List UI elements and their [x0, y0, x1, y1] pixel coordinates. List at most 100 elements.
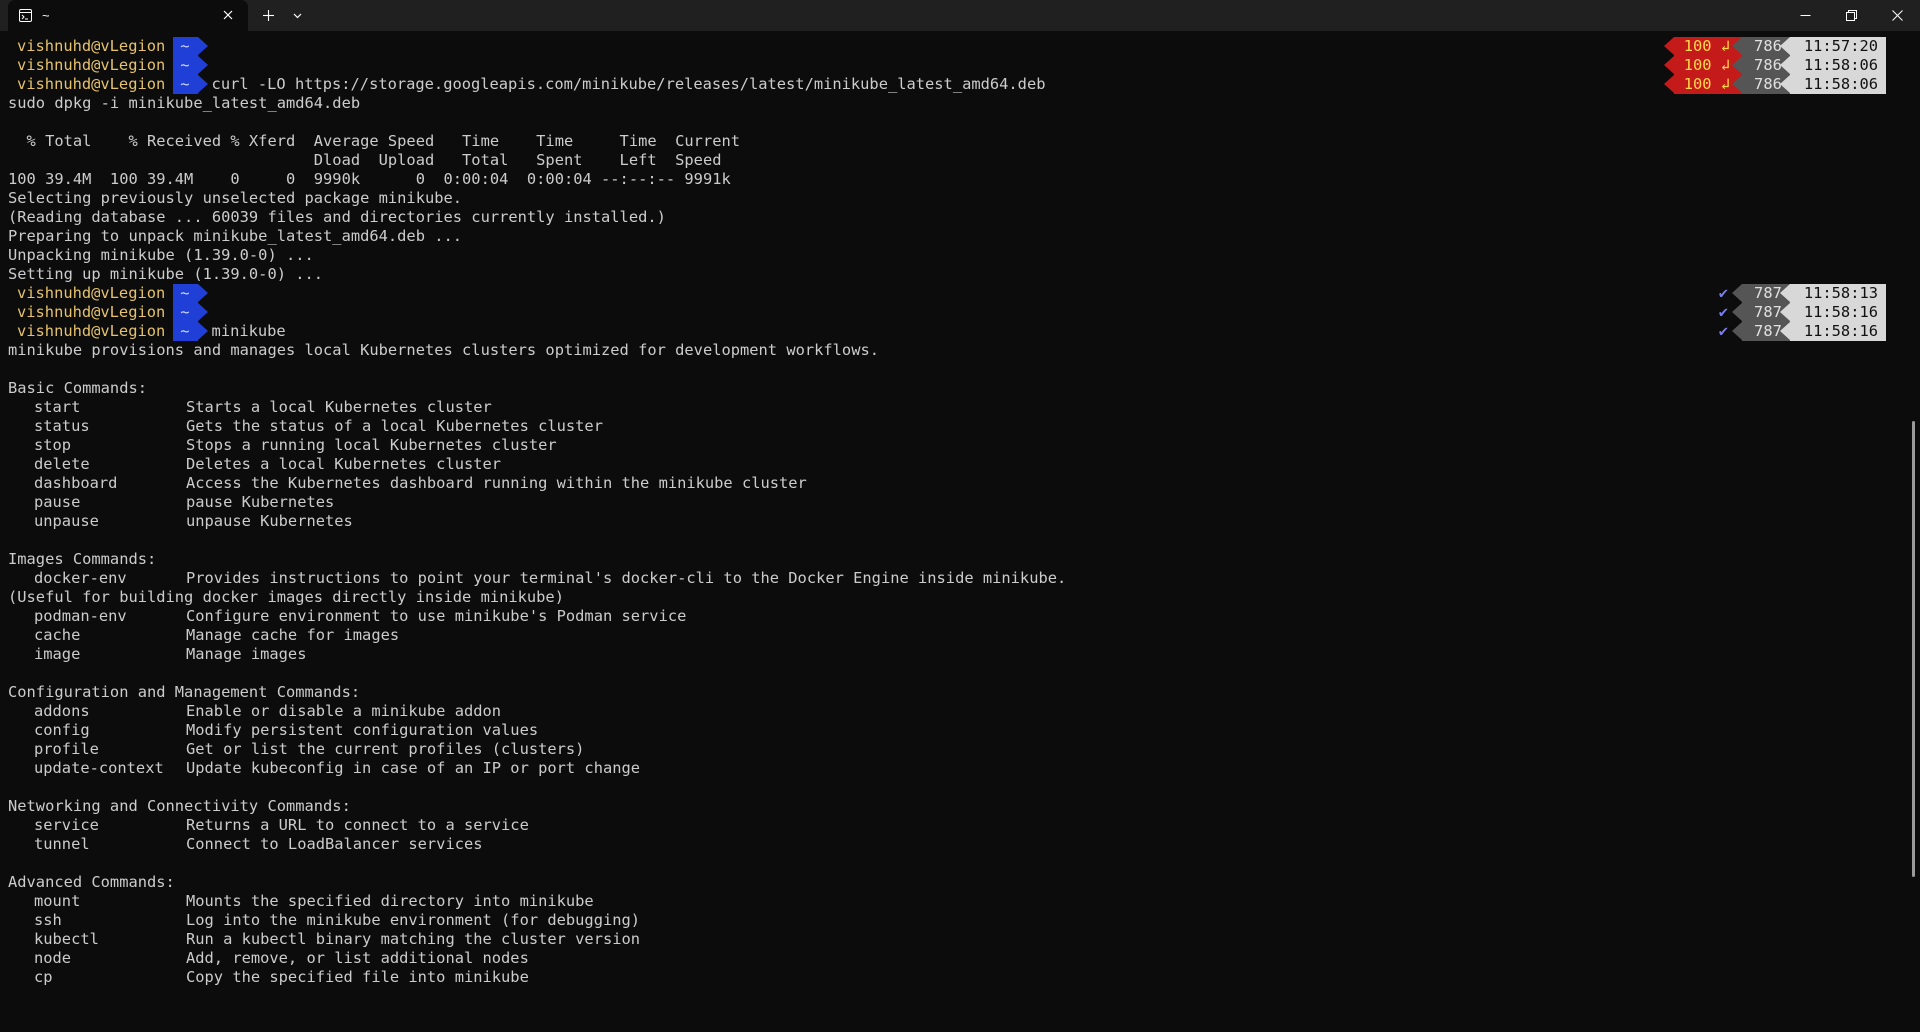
section-title: Networking and Connectivity Commands: — [8, 797, 351, 815]
restore-button[interactable] — [1828, 0, 1874, 31]
help-desc: Gets the status of a local Kubernetes cl… — [186, 417, 603, 435]
title-bar: ~ — [0, 0, 1920, 31]
prompt-user: vishnuhd@vLegion — [17, 56, 166, 74]
prompt-user: vishnuhd@vLegion — [17, 75, 166, 93]
help-cmd: status — [34, 417, 90, 435]
help-desc: Deletes a local Kubernetes cluster — [186, 455, 502, 473]
minikube-intro: minikube provisions and manages local Ku… — [8, 341, 879, 359]
help-cmd: unpause — [34, 512, 99, 530]
help-cmd: tunnel — [34, 835, 90, 853]
dpkg-output: Selecting previously unselected package … — [8, 189, 463, 207]
prompt-dir: ~ — [173, 322, 208, 341]
scrollbar[interactable] — [1912, 421, 1915, 877]
prompt-time: 11:58:06 — [1779, 75, 1886, 94]
help-desc: Starts a local Kubernetes cluster — [186, 398, 492, 416]
help-cmd: service — [34, 816, 99, 834]
prompt-time: 11:58:16 — [1779, 322, 1886, 341]
check-icon: ✔ — [1718, 303, 1729, 321]
check-icon: ✔ — [1718, 284, 1729, 302]
right-prompt: ✔ 787 11:58:16 — [1719, 322, 1886, 341]
help-desc: Provides instructions to point your term… — [186, 569, 1067, 587]
help-cmd: kubectl — [34, 930, 99, 948]
prompt-line: vishnuhd@vLegion ~ — [8, 37, 208, 56]
help-desc: Returns a URL to connect to a service — [186, 816, 529, 834]
right-prompt: ✔ 787 11:58:16 — [1719, 303, 1886, 322]
help-cmd: node — [34, 949, 72, 967]
help-cmd: update-context — [34, 759, 164, 777]
prompt-line: vishnuhd@vLegion ~ minikube — [8, 322, 286, 341]
section-title: Configuration and Management Commands: — [8, 683, 361, 701]
help-desc: Get or list the current profiles (cluste… — [186, 740, 585, 758]
help-desc: unpause Kubernetes — [186, 512, 353, 530]
close-window-button[interactable] — [1874, 0, 1920, 31]
help-cmd: image — [34, 645, 81, 663]
prompt-user: vishnuhd@vLegion — [17, 284, 166, 302]
prompt-line: vishnuhd@vLegion ~ — [8, 284, 208, 303]
terminal-output[interactable]: vishnuhd@vLegion ~ vishnuhd@vLegion ~ vish… — [0, 31, 1910, 1032]
curl-header: % Total % Received % Xferd Average Speed… — [8, 132, 741, 150]
prompt-dir: ~ — [173, 284, 208, 303]
prompt-dir: ~ — [173, 56, 208, 75]
section-title: Images Commands: — [8, 550, 157, 568]
minikube-command: minikube — [211, 322, 286, 340]
plus-icon[interactable] — [262, 9, 275, 22]
section-title: Advanced Commands: — [8, 873, 175, 891]
prompt-user: vishnuhd@vLegion — [17, 37, 166, 55]
help-desc: pause Kubernetes — [186, 493, 335, 511]
right-prompt: 100 ↲ 786 11:57:20 — [1663, 37, 1886, 56]
prompt-user: vishnuhd@vLegion — [17, 303, 166, 321]
dpkg-output: Setting up minikube (1.39.0-0) ... — [8, 265, 324, 283]
prompt-dir: ~ — [173, 303, 208, 322]
help-desc: Update kubeconfig in case of an IP or po… — [186, 759, 641, 777]
help-cmd: dashboard — [34, 474, 118, 492]
right-prompt: ✔ 787 11:58:13 — [1719, 284, 1886, 303]
help-desc: Connect to LoadBalancer services — [186, 835, 483, 853]
help-desc: Manage cache for images — [186, 626, 400, 644]
section-title: Basic Commands: — [8, 379, 147, 397]
dpkg-output: (Reading database ... 60039 files and di… — [8, 208, 666, 226]
curl-header: Dload Upload Total Spent Left Speed — [8, 151, 722, 169]
prompt-dir: ~ — [173, 37, 208, 56]
check-icon: ✔ — [1718, 322, 1729, 340]
help-cmd: cp — [34, 968, 53, 986]
prompt-dir: ~ — [173, 75, 208, 94]
close-icon[interactable] — [222, 9, 234, 21]
help-desc: Configure environment to use minikube's … — [186, 607, 687, 625]
close-window-icon — [1891, 10, 1903, 21]
minimize-icon — [1800, 15, 1810, 16]
help-cmd: cache — [34, 626, 81, 644]
terminal-tab[interactable]: ~ — [8, 0, 248, 31]
help-cmd: podman-env — [34, 607, 127, 625]
help-cmd: profile — [34, 740, 99, 758]
help-cmd: ssh — [34, 911, 62, 929]
terminal-icon — [19, 9, 32, 22]
curl-progress: 100 39.4M 100 39.4M 0 0 9990k 0 0:00:04 … — [8, 170, 731, 188]
help-cmd: stop — [34, 436, 72, 454]
help-cmd: mount — [34, 892, 81, 910]
help-cmd: docker-env — [34, 569, 127, 587]
help-desc: Modify persistent configuration values — [186, 721, 539, 739]
chevron-down-icon[interactable] — [292, 10, 303, 21]
minimize-button[interactable] — [1782, 0, 1828, 31]
dpkg-output: Unpacking minikube (1.39.0-0) ... — [8, 246, 314, 264]
help-desc: Run a kubectl binary matching the cluste… — [186, 930, 641, 948]
help-cmd: pause — [34, 493, 81, 511]
prompt-user: vishnuhd@vLegion — [17, 322, 166, 340]
help-desc: Stops a running local Kubernetes cluster — [186, 436, 557, 454]
help-desc: Manage images — [186, 645, 307, 663]
prompt-line: vishnuhd@vLegion ~ — [8, 56, 208, 75]
restore-icon — [1845, 10, 1857, 21]
tab-title: ~ — [42, 8, 50, 23]
prompt-line: vishnuhd@vLegion ~ — [8, 303, 208, 322]
prompt-time: 11:58:16 — [1779, 303, 1886, 322]
prompt-time: 11:57:20 — [1779, 37, 1886, 56]
help-desc: Copy the specified file into minikube — [186, 968, 529, 986]
help-cmd: start — [34, 398, 81, 416]
prompt-time: 11:58:13 — [1779, 284, 1886, 303]
help-cmd: config — [34, 721, 90, 739]
help-note: (Useful for building docker images direc… — [8, 588, 564, 606]
dpkg-output: Preparing to unpack minikube_latest_amd6… — [8, 227, 463, 245]
right-prompt: 100 ↲ 786 11:58:06 — [1663, 75, 1886, 94]
prompt-line: vishnuhd@vLegion ~ curl -LO https://storag… — [8, 75, 1045, 94]
help-cmd: addons — [34, 702, 90, 720]
